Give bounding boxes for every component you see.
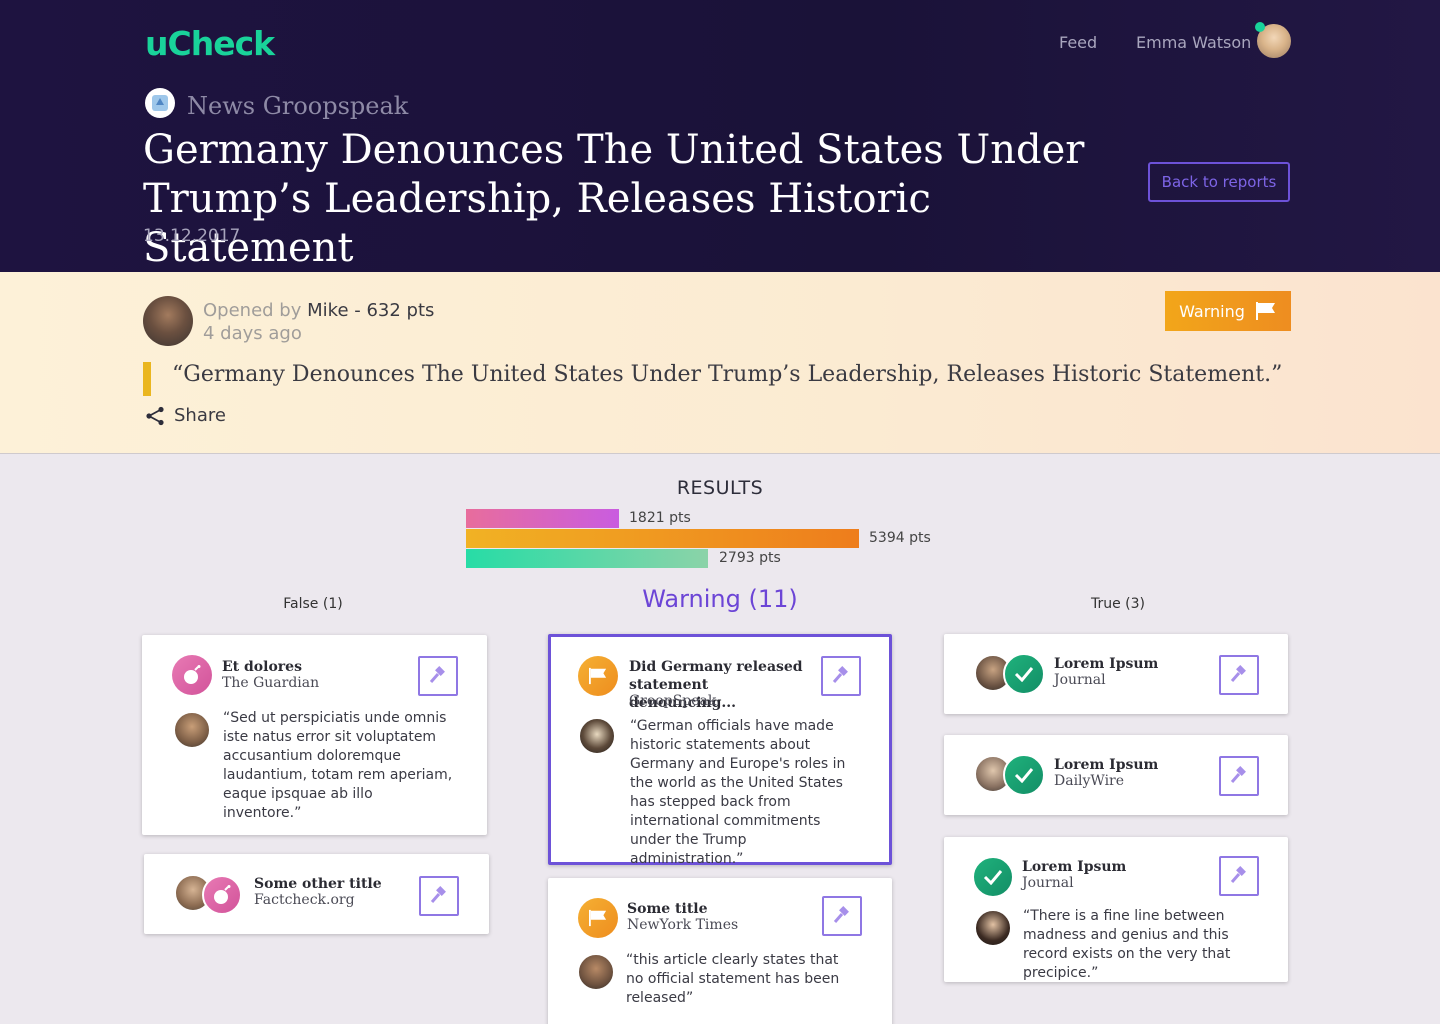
quote-marker — [143, 362, 151, 396]
reviewer-avatar[interactable] — [577, 953, 615, 991]
column-warning-title: Warning (11) — [642, 585, 798, 613]
card-source: Journal — [1022, 875, 1074, 891]
card-source: Journal — [1054, 672, 1106, 688]
card-quote: “German officials have made historic sta… — [630, 718, 846, 867]
report-card-warning-2[interactable]: Some title NewYork Times “this article c… — [548, 878, 892, 1024]
reviewer-avatar[interactable] — [173, 711, 211, 749]
results-bar-warning-label: 5394 pts — [869, 530, 931, 546]
opened-ago: 4 days ago — [203, 323, 302, 344]
results-bar-false — [466, 509, 619, 528]
nav-feed-link[interactable]: Feed — [1059, 33, 1097, 52]
bomb-icon — [172, 655, 212, 695]
results-title: RESULTS — [676, 477, 764, 499]
card-title: Some title — [627, 901, 708, 917]
flag-icon — [578, 656, 618, 696]
column-false-title: False (1) — [283, 596, 343, 612]
opener-avatar[interactable] — [143, 296, 193, 346]
card-quote: “Sed ut perspiciatis unde omnis iste nat… — [223, 710, 453, 821]
opened-by-prefix: Opened by — [203, 300, 302, 321]
card-source: DailyWire — [1054, 773, 1125, 789]
card-source: NewYork Times — [627, 917, 739, 933]
article-source: News Groopspeak — [187, 92, 409, 120]
report-card-false-1[interactable]: Et dolores The Guardian “Sed ut perspici… — [142, 635, 487, 835]
results-bar-warning — [466, 529, 859, 548]
card-title: Lorem Ipsum — [1054, 656, 1159, 672]
share-icon — [146, 406, 164, 425]
source-logo-icon — [145, 88, 175, 118]
flag-icon — [1255, 302, 1275, 320]
checkmark-icon — [1003, 754, 1045, 796]
card-title: Some other title — [254, 876, 382, 892]
card-quote: “There is a fine line between madness an… — [1023, 908, 1231, 981]
nav-user-name[interactable]: Emma Watson — [1136, 33, 1251, 52]
article-date: 13.12.2017 — [143, 226, 241, 246]
back-to-reports-button[interactable]: Back to reports — [1148, 162, 1290, 202]
bomb-icon — [202, 875, 242, 915]
gavel-icon[interactable] — [419, 876, 459, 916]
opened-by: Opened by Mike - 632 pts — [203, 300, 434, 321]
report-card-warning-1[interactable]: Did Germany released statement denouncin… — [548, 634, 892, 867]
gavel-icon[interactable] — [822, 896, 862, 936]
gavel-icon[interactable] — [821, 656, 861, 696]
report-card-true-2[interactable]: Lorem Ipsum DailyWire — [944, 735, 1288, 815]
gavel-icon[interactable] — [1219, 756, 1259, 796]
ucheck-logo[interactable]: uCheck — [145, 24, 275, 63]
checkmark-icon — [972, 856, 1014, 898]
checkmark-icon — [1003, 653, 1045, 695]
article-header: uCheck Feed Emma Watson News Groopspeak … — [0, 0, 1440, 272]
warning-button[interactable]: Warning — [1165, 291, 1291, 331]
gavel-icon[interactable] — [418, 656, 458, 696]
card-title: Lorem Ipsum — [1054, 757, 1159, 773]
card-source: Factcheck.org — [254, 892, 355, 908]
share-button[interactable]: Share — [145, 405, 226, 426]
card-source: GroopSpeak — [629, 693, 717, 709]
results-bar-true-label: 2793 pts — [719, 550, 781, 566]
flag-icon — [578, 898, 618, 938]
report-card-false-2[interactable]: Some other title Factcheck.org — [144, 854, 489, 934]
article-title: Germany Denounces The United States Unde… — [143, 127, 1085, 271]
reviewer-avatar[interactable] — [974, 909, 1012, 947]
claim-section: Opened by Mike - 632 pts 4 days ago Warn… — [0, 272, 1440, 454]
claim-quote: “Germany Denounces The United States Und… — [172, 362, 1283, 387]
column-true-title: True (3) — [1090, 596, 1146, 612]
report-card-true-3[interactable]: Lorem Ipsum Journal “There is a fine lin… — [944, 837, 1288, 982]
online-status-dot — [1255, 22, 1265, 32]
results-bar-true — [466, 549, 708, 568]
warning-label: Warning — [1179, 301, 1245, 321]
gavel-icon[interactable] — [1219, 655, 1259, 695]
card-quote: “this article clearly states that no off… — [626, 952, 840, 1006]
share-label: Share — [174, 405, 226, 426]
report-card-true-1[interactable]: Lorem Ipsum Journal — [944, 634, 1288, 714]
card-title: Et dolores — [222, 659, 302, 675]
card-source: The Guardian — [222, 675, 320, 691]
card-title: Lorem Ipsum — [1022, 859, 1127, 875]
gavel-icon[interactable] — [1219, 856, 1259, 896]
reviewer-avatar[interactable] — [578, 717, 616, 755]
results-bar-false-label: 1821 pts — [629, 510, 691, 526]
opened-by-user[interactable]: Mike - 632 pts — [307, 300, 434, 321]
